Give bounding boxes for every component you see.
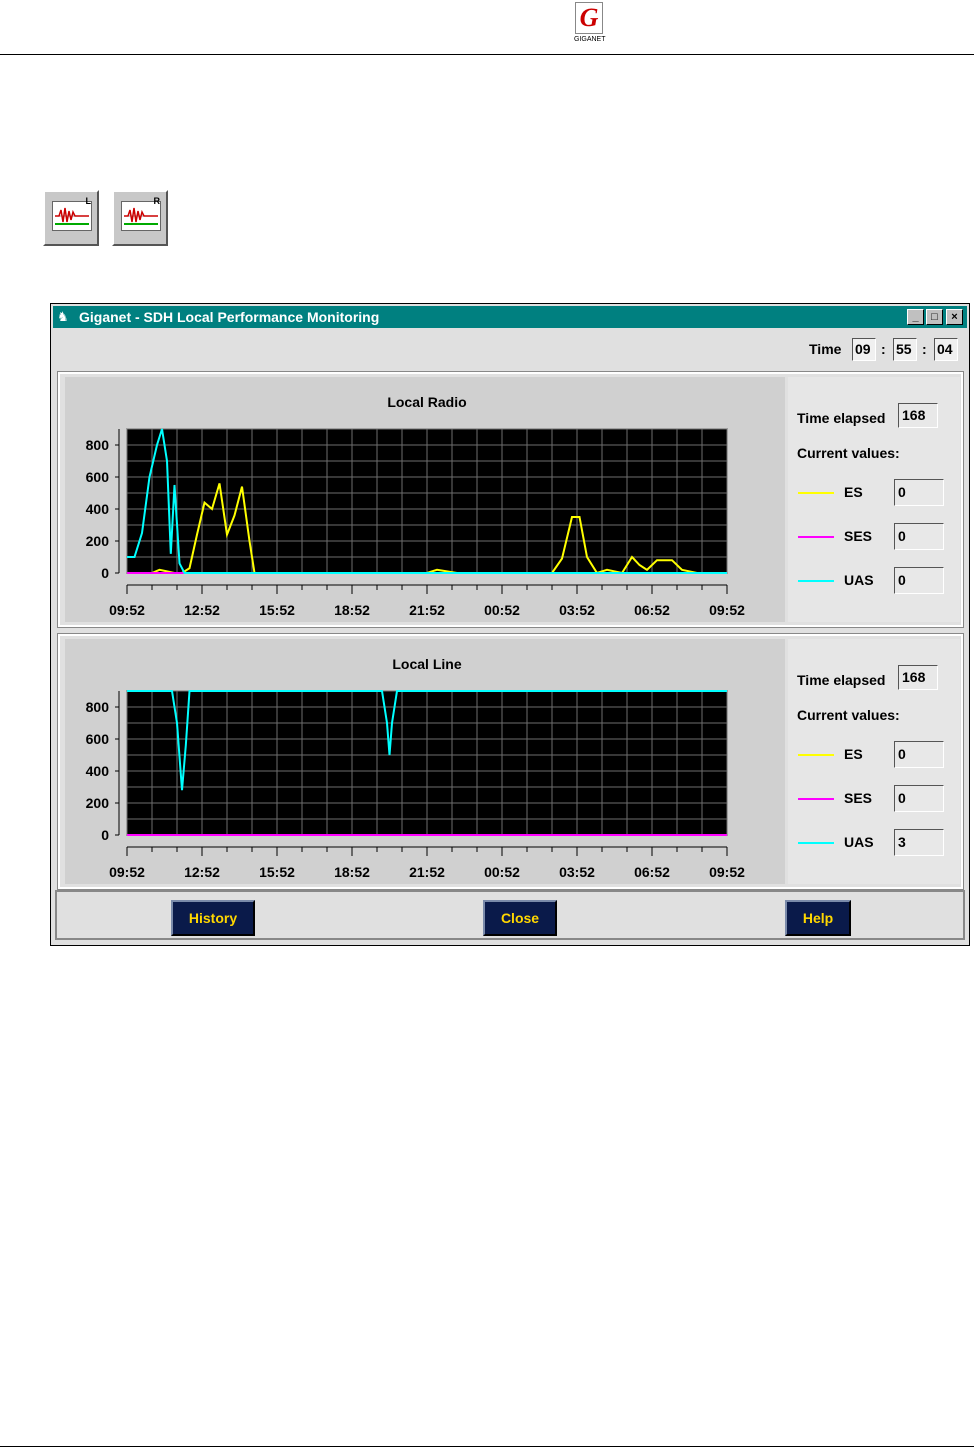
minimize-button[interactable]: _ <box>907 309 924 325</box>
current-values-label: Current values: <box>797 707 900 723</box>
x-tick-label: 15:52 <box>259 864 295 880</box>
uas-label: UAS <box>844 572 874 588</box>
y-tick-label: 600 <box>86 731 110 747</box>
time-elapsed-value: 168 <box>898 665 938 690</box>
local-radio-chart: Local Radio 0 200 400 600 800 09:52 12:52 15:52 1… <box>65 377 785 622</box>
x-tick-label: 12:52 <box>184 602 220 618</box>
giganet-logo: G GIGANET <box>574 2 606 48</box>
y-tick-label: 800 <box>86 437 110 453</box>
time-elapsed-label: Time elapsed <box>797 410 886 426</box>
x-tick-label: 00:52 <box>484 602 520 618</box>
es-label: ES <box>844 484 863 500</box>
giganet-logo-mark: G <box>575 2 603 34</box>
y-tick-label: 0 <box>101 565 109 581</box>
window-titlebar[interactable]: ♞ Giganet - SDH Local Performance Monito… <box>53 306 967 328</box>
help-button[interactable]: Help <box>785 900 851 936</box>
y-tick-label: 400 <box>86 763 110 779</box>
y-tick-label: 800 <box>86 699 110 715</box>
ses-legend-line <box>798 536 834 538</box>
es-label: ES <box>844 746 863 762</box>
y-tick-label: 400 <box>86 501 110 517</box>
y-tick-label: 0 <box>101 827 109 843</box>
ses-label: SES <box>844 528 873 544</box>
action-bar: History Close Help <box>55 890 965 940</box>
time-separator: : <box>922 341 927 357</box>
uas-label: UAS <box>844 834 874 850</box>
time-elapsed-label: Time elapsed <box>797 672 886 688</box>
app-icon: ♞ <box>57 309 69 324</box>
clock: Time 09 : 55 : 04 <box>809 338 959 362</box>
giganet-logo-text: GIGANET <box>574 36 606 43</box>
uas-legend-line <box>798 842 834 844</box>
y-tick-label: 600 <box>86 469 110 485</box>
x-tick-label: 21:52 <box>409 602 445 618</box>
local-radio-values: Time elapsed 168 Current values: ES 0 SE… <box>788 377 960 622</box>
close-window-button[interactable]: × <box>946 309 963 325</box>
x-tick-label: 18:52 <box>334 864 370 880</box>
local-performance-button[interactable]: L <box>43 190 99 246</box>
hours-field: 09 <box>852 338 876 361</box>
performance-monitoring-window: ♞ Giganet - SDH Local Performance Monito… <box>50 303 970 946</box>
es-legend-line <box>798 754 834 756</box>
x-tick-label: 06:52 <box>634 864 670 880</box>
x-tick-label: 15:52 <box>259 602 295 618</box>
chart-title: Local Radio <box>387 394 466 410</box>
window-title: Giganet - SDH Local Performance Monitori… <box>79 309 380 325</box>
remote-performance-button[interactable]: R <box>112 190 168 246</box>
local-radio-panel: Local Radio 0 200 400 600 800 09:52 12:52 15:52 1… <box>57 371 964 628</box>
current-values-label: Current values: <box>797 445 900 461</box>
time-separator: : <box>881 341 886 357</box>
x-tick-label: 18:52 <box>334 602 370 618</box>
ses-value: 0 <box>894 523 944 550</box>
x-tick-label: 06:52 <box>634 602 670 618</box>
remote-badge: R <box>153 196 161 206</box>
history-button[interactable]: History <box>171 900 255 936</box>
seconds-field: 04 <box>934 338 958 361</box>
local-line-chart-svg: Local Line 0 200 400 600 800 09:52 12:52 15:52 18… <box>86 656 745 880</box>
x-tick-label: 00:52 <box>484 864 520 880</box>
ses-label: SES <box>844 790 873 806</box>
local-line-chart: Local Line 0 200 400 600 800 09:52 12:52 15:52 18… <box>65 639 785 884</box>
uas-legend-line <box>798 580 834 582</box>
close-button[interactable]: Close <box>483 900 557 936</box>
uas-value: 0 <box>894 567 944 594</box>
x-tick-label: 21:52 <box>409 864 445 880</box>
es-value: 0 <box>894 479 944 506</box>
x-tick-label: 03:52 <box>559 602 595 618</box>
time-elapsed-value: 168 <box>898 403 938 428</box>
es-value: 0 <box>894 741 944 768</box>
minutes-field: 55 <box>893 338 917 361</box>
footer-divider <box>0 1446 974 1447</box>
time-label: Time <box>809 341 842 357</box>
local-line-panel: Local Line 0 200 400 600 800 09:52 12:52 15:52 18… <box>57 633 964 890</box>
x-tick-label: 09:52 <box>109 602 145 618</box>
x-tick-label: 03:52 <box>559 864 595 880</box>
y-tick-label: 200 <box>86 795 110 811</box>
y-tick-label: 200 <box>86 533 110 549</box>
local-line-values: Time elapsed 168 Current values: ES 0 SE… <box>788 639 960 884</box>
local-badge: L <box>85 196 92 206</box>
chart-title: Local Line <box>392 656 461 672</box>
ses-value: 0 <box>894 785 944 812</box>
es-legend-line <box>798 492 834 494</box>
x-tick-label: 09:52 <box>109 864 145 880</box>
ses-legend-line <box>798 798 834 800</box>
x-tick-label: 09:52 <box>709 602 745 618</box>
x-tick-label: 09:52 <box>709 864 745 880</box>
x-tick-label: 12:52 <box>184 864 220 880</box>
local-radio-chart-svg: Local Radio 0 200 400 600 800 09:52 12:52 15:52 1… <box>86 394 745 618</box>
uas-value: 3 <box>894 829 944 856</box>
header-divider <box>0 54 974 55</box>
maximize-button[interactable]: □ <box>926 309 943 325</box>
